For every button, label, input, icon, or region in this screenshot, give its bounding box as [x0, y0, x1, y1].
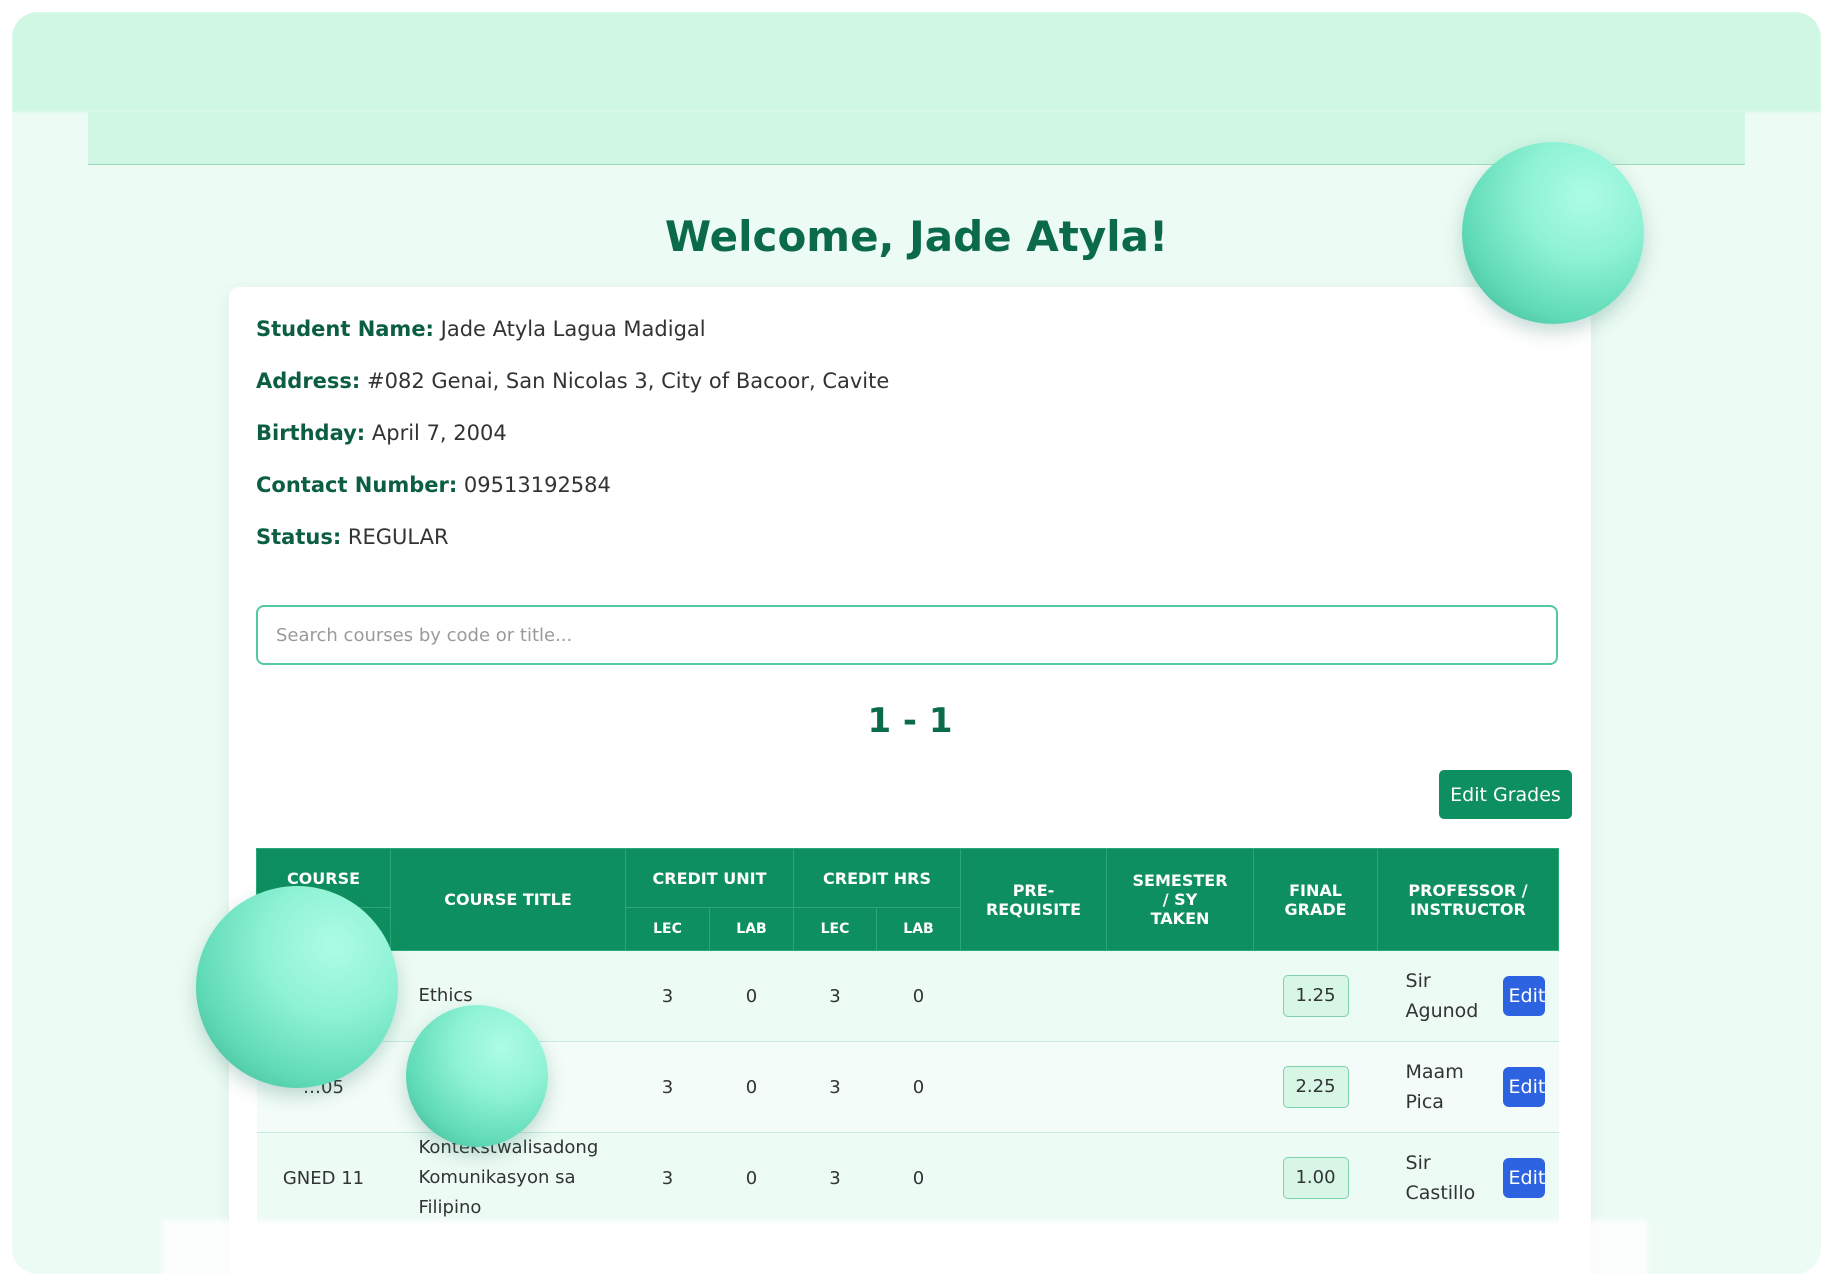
decorative-sphere-top-right — [1462, 142, 1644, 324]
course-search-input[interactable] — [256, 605, 1558, 665]
semester-taken — [1106, 950, 1254, 1042]
bottom-blur-overlay — [162, 1220, 1647, 1274]
edit-row-button[interactable]: Edit — [1502, 1067, 1545, 1107]
edit-row-button[interactable]: Edit — [1502, 1158, 1545, 1198]
semester-taken — [1106, 1041, 1254, 1133]
credit-unit-lec: 3 — [625, 950, 710, 1042]
address-row: Address: #082 Genai, San Nicolas 3, City… — [256, 369, 889, 393]
credit-unit-lec: 3 — [625, 1132, 710, 1223]
final-grade[interactable]: 1.25 — [1282, 975, 1349, 1017]
table-row: GNED 11 Kontekstwalisadong Komunikasyon … — [256, 1132, 1559, 1223]
final-grade[interactable]: 2.25 — [1282, 1066, 1349, 1108]
credit-hrs-lab: 0 — [876, 950, 961, 1042]
semester-taken — [1106, 1132, 1254, 1223]
credit-unit-lab: 0 — [709, 950, 794, 1042]
final-grade-cell: 2.25 — [1253, 1041, 1378, 1133]
student-name-label: Student Name: — [256, 317, 434, 341]
decorative-sphere-small — [406, 1005, 548, 1147]
semester-range-label: 1 - 1 — [867, 701, 953, 741]
col-ch-lec: LEC — [793, 907, 877, 951]
col-course-title: COURSE TITLE — [390, 848, 626, 951]
professor-cell: Sir Castillo Edit — [1377, 1132, 1559, 1223]
credit-hrs-lab: 0 — [876, 1132, 961, 1223]
address-label: Address: — [256, 369, 361, 393]
col-final-grade: FINAL GRADE — [1253, 848, 1379, 951]
col-ch-lab: LAB — [875, 907, 962, 951]
final-grade[interactable]: 1.00 — [1282, 1157, 1349, 1199]
birthday-value: April 7, 2004 — [371, 421, 507, 445]
professor-cell: Sir Agunod Edit — [1377, 950, 1559, 1042]
final-grade-cell: 1.25 — [1253, 950, 1378, 1042]
status-label: Status: — [256, 525, 342, 549]
status-value: REGULAR — [347, 525, 449, 549]
contact-row: Contact Number: 09513192584 — [256, 473, 611, 497]
course-title: Kontekstwalisadong Komunikasyon sa Filip… — [390, 1132, 626, 1223]
credit-hrs-lec: 3 — [793, 1132, 877, 1223]
edit-grades-button[interactable]: Edit Grades — [1439, 770, 1572, 819]
credit-unit-lab: 0 — [709, 1132, 794, 1223]
student-name-row: Student Name: Jade Atyla Lagua Madigal — [256, 317, 706, 341]
decorative-sphere-left — [196, 886, 398, 1088]
credit-unit-lec: 3 — [625, 1041, 710, 1133]
birthday-row: Birthday: April 7, 2004 — [256, 421, 507, 445]
col-semester: SEMESTER / SY TAKEN — [1106, 848, 1255, 951]
col-credit-unit: CREDIT UNIT — [625, 848, 794, 908]
birthday-label: Birthday: — [256, 421, 366, 445]
col-cu-lec: LEC — [625, 907, 710, 951]
col-cu-lab: LAB — [709, 907, 794, 951]
address-value: #082 Genai, San Nicolas 3, City of Bacoo… — [367, 369, 890, 393]
professor-cell: Maam Pica Edit — [1377, 1041, 1559, 1133]
student-name-value: Jade Atyla Lagua Madigal — [440, 317, 706, 341]
professor-name: Sir Agunod — [1405, 970, 1479, 1022]
top-banner — [12, 12, 1821, 112]
col-professor: PROFESSOR / INSTRUCTOR — [1377, 848, 1560, 951]
final-grade-cell: 1.00 — [1253, 1132, 1378, 1223]
header-bar — [88, 112, 1745, 165]
col-credit-hrs: CREDIT HRS — [792, 848, 962, 908]
col-prerequisite: PRE- REQUISITE — [960, 848, 1108, 951]
edit-row-button[interactable]: Edit — [1502, 976, 1545, 1016]
contact-label: Contact Number: — [256, 473, 458, 497]
course-code: GNED 11 — [256, 1132, 391, 1223]
credit-unit-lab: 0 — [709, 1041, 794, 1133]
prerequisite — [960, 950, 1107, 1042]
credit-hrs-lec: 3 — [793, 1041, 877, 1133]
contact-value: 09513192584 — [463, 473, 611, 497]
professor-name: Sir Castillo — [1405, 1152, 1476, 1204]
credit-hrs-lab: 0 — [876, 1041, 961, 1133]
professor-name: Maam Pica — [1405, 1061, 1464, 1113]
prerequisite — [960, 1041, 1107, 1133]
credit-hrs-lec: 3 — [793, 950, 877, 1042]
prerequisite — [960, 1132, 1107, 1223]
status-row: Status: REGULAR — [256, 525, 449, 549]
